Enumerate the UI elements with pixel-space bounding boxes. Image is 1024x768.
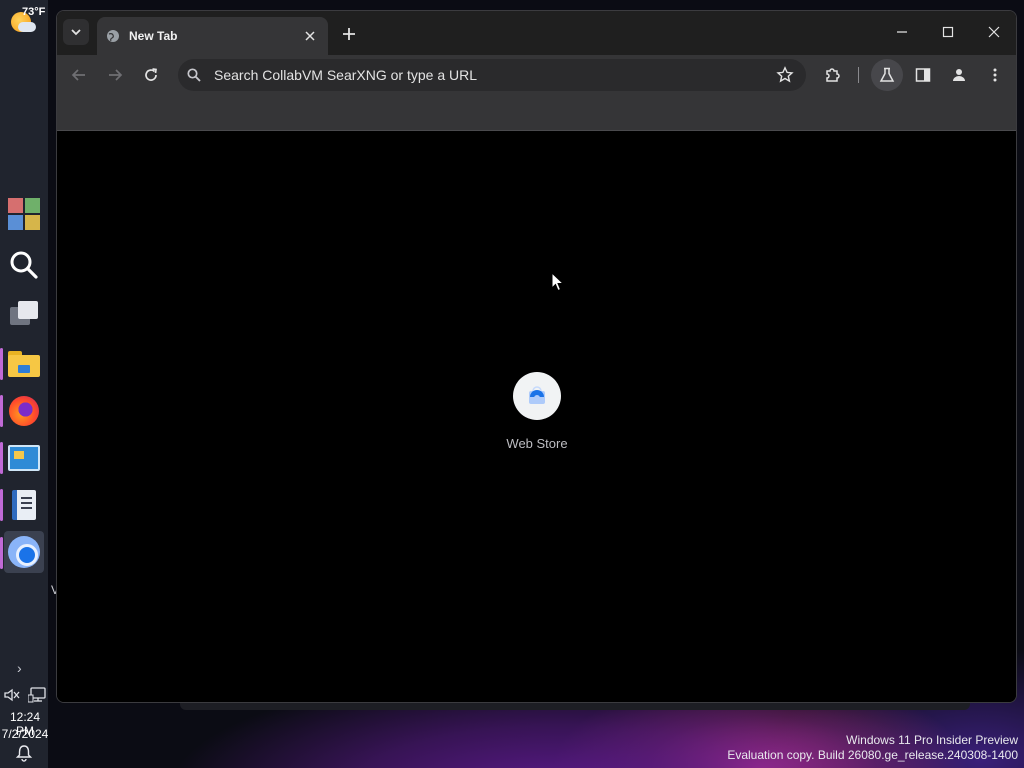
new-tab-button[interactable] — [338, 23, 360, 45]
weather-cloud-icon — [18, 22, 36, 32]
search-icon — [10, 251, 38, 279]
extensions-button[interactable] — [820, 62, 846, 88]
tab-close-button[interactable] — [302, 28, 318, 44]
show-hidden-icons-chevron[interactable]: › — [17, 660, 22, 676]
notepad-button[interactable] — [4, 484, 44, 526]
mouse-cursor-icon — [551, 272, 565, 292]
running-indicator — [0, 395, 3, 427]
windows-start-icon — [8, 198, 40, 230]
notification-bell-icon[interactable] — [15, 744, 33, 762]
running-indicator — [0, 348, 3, 380]
close-icon — [305, 31, 315, 41]
plus-icon — [343, 28, 355, 40]
bookmarks-bar — [57, 95, 1016, 131]
watermark-build: Evaluation copy. Build 26080.ge_release.… — [727, 748, 1018, 762]
more-vertical-icon — [993, 68, 997, 82]
file-explorer-button[interactable] — [4, 343, 44, 385]
network-icon[interactable] — [28, 687, 46, 703]
running-indicator — [0, 537, 3, 569]
person-icon — [953, 69, 965, 81]
puzzle-piece-icon — [826, 68, 840, 82]
shortcut-tile — [513, 372, 561, 420]
side-panel-button[interactable] — [910, 62, 936, 88]
menu-button[interactable] — [982, 62, 1008, 88]
control-panel-icon — [8, 445, 40, 471]
taskbar: 73°F › 12:24 PM 7/2/2024 — [0, 0, 48, 768]
os-watermark: Windows 11 Pro Insider Preview Evaluatio… — [727, 733, 1018, 763]
maximize-button[interactable] — [935, 21, 961, 43]
forward-arrow-icon — [109, 69, 123, 81]
speaker-muted-icon[interactable] — [4, 688, 20, 702]
reload-icon — [145, 68, 157, 81]
toolbar-separator — [858, 67, 859, 83]
maximize-icon — [942, 26, 954, 38]
folder-icon — [8, 351, 40, 377]
side-panel-icon — [915, 68, 931, 82]
tab-search-button[interactable] — [63, 19, 89, 45]
task-view-button[interactable] — [4, 293, 44, 335]
chromium-button[interactable] — [4, 531, 44, 573]
taskbar-search-button[interactable] — [4, 244, 44, 286]
control-panel-button[interactable] — [4, 437, 44, 479]
back-arrow-icon — [71, 69, 85, 81]
firefox-button[interactable] — [4, 390, 44, 432]
weather-widget[interactable]: 73°F — [8, 6, 48, 40]
globe-icon — [107, 30, 119, 42]
address-bar[interactable]: Search CollabVM SearXNG or type a URL — [178, 59, 806, 91]
reload-button[interactable] — [138, 62, 164, 88]
flask-icon — [879, 67, 895, 82]
chrome-labs-button[interactable] — [871, 59, 903, 91]
task-view-icon — [10, 301, 38, 325]
weather-temperature: 73°F — [22, 6, 46, 18]
shortcut-web-store[interactable]: Web Store — [497, 372, 577, 462]
web-store-icon — [529, 386, 545, 404]
tab-title: New Tab — [129, 29, 178, 43]
chevron-down-icon — [71, 29, 81, 36]
shortcut-label: Web Store — [506, 436, 568, 451]
clock-date[interactable]: 7/2/2024 — [0, 727, 50, 741]
close-icon — [988, 26, 1000, 38]
running-indicator — [0, 489, 3, 521]
firefox-icon — [9, 396, 39, 426]
address-bar-placeholder[interactable]: Search CollabVM SearXNG or type a URL — [214, 67, 477, 83]
browser-window: New Tab Search CollabVM SearXNG or type … — [56, 10, 1017, 703]
chromium-icon — [8, 536, 40, 568]
bookmark-star-icon[interactable] — [776, 66, 794, 84]
title-bar: New Tab — [57, 11, 1016, 55]
system-tray — [4, 686, 46, 704]
profile-button[interactable] — [946, 62, 972, 88]
minimize-icon — [897, 31, 907, 33]
notepad-icon — [12, 490, 36, 520]
minimize-button[interactable] — [889, 21, 915, 43]
new-tab-page: Web Store — [57, 132, 1016, 702]
back-button[interactable] — [66, 62, 92, 88]
forward-button[interactable] — [102, 62, 128, 88]
start-button[interactable] — [4, 193, 44, 235]
close-window-button[interactable] — [981, 21, 1007, 43]
running-indicator — [0, 442, 3, 474]
search-icon — [187, 68, 201, 82]
watermark-edition: Windows 11 Pro Insider Preview — [846, 733, 1018, 747]
browser-toolbar: Search CollabVM SearXNG or type a URL — [57, 55, 1016, 95]
tab-new-tab[interactable]: New Tab — [97, 17, 328, 55]
